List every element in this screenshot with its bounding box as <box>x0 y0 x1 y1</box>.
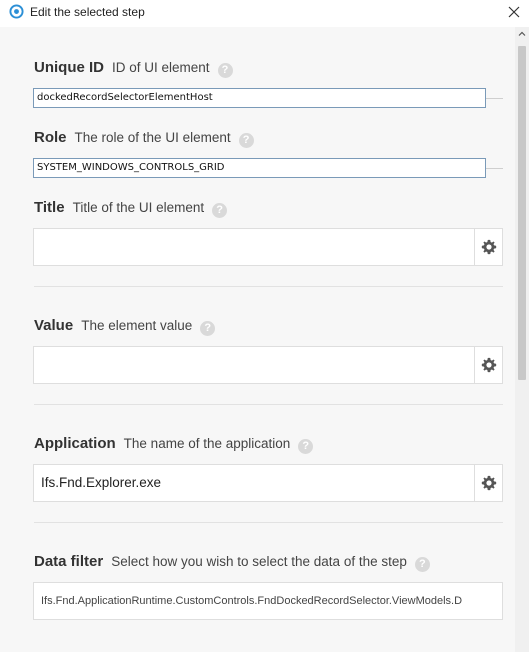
window-title: Edit the selected step <box>30 5 145 19</box>
divider <box>34 404 503 405</box>
value-description: The element value <box>81 318 193 333</box>
role-help-icon[interactable]: ? <box>238 133 254 148</box>
application-description: The name of the application <box>123 436 291 451</box>
title-settings-button[interactable] <box>474 229 502 265</box>
scroll-thumb[interactable] <box>518 46 526 380</box>
data-filter-help-icon[interactable]: ? <box>414 557 430 572</box>
app-target-icon <box>9 4 24 19</box>
title-help-icon[interactable]: ? <box>212 203 228 218</box>
role-label: Role <box>34 129 67 146</box>
unique-id-help-icon[interactable]: ? <box>217 63 233 78</box>
title-field[interactable] <box>33 228 503 266</box>
data-filter-value[interactable]: Ifs.Fnd.ApplicationRuntime.CustomControl… <box>41 583 501 619</box>
unique-id-tick <box>486 98 503 99</box>
title-bar: Edit the selected step <box>0 0 529 26</box>
value-label-row: Value The element value ? <box>34 317 216 336</box>
close-button[interactable] <box>505 2 523 22</box>
data-filter-field[interactable]: Ifs.Fnd.ApplicationRuntime.CustomControl… <box>33 582 503 620</box>
step-form: Unique ID ID of UI element ? dockedRecor… <box>0 27 515 652</box>
title-label-row: Title Title of the UI element ? <box>34 199 228 218</box>
scroll-up-button[interactable] <box>515 27 529 41</box>
value-field[interactable] <box>33 346 503 384</box>
vertical-scrollbar[interactable] <box>515 27 529 652</box>
value-settings-button[interactable] <box>474 347 502 383</box>
application-help-icon[interactable]: ? <box>298 439 314 454</box>
application-settings-button[interactable] <box>474 465 502 501</box>
unique-id-label: Unique ID <box>34 59 104 76</box>
unique-id-label-row: Unique ID ID of UI element ? <box>34 59 233 78</box>
divider <box>34 522 503 523</box>
role-description: The role of the UI element <box>74 130 231 145</box>
data-filter-label: Data filter <box>34 553 104 570</box>
application-label: Application <box>34 435 116 452</box>
gear-icon <box>481 239 496 255</box>
role-label-row: Role The role of the UI element ? <box>34 129 254 148</box>
chevron-up-icon <box>518 31 526 36</box>
application-field[interactable]: Ifs.Fnd.Explorer.exe <box>33 464 503 502</box>
gear-icon <box>481 475 496 491</box>
value-label: Value <box>34 317 74 334</box>
data-filter-label-row: Data filter Select how you wish to selec… <box>34 553 430 572</box>
title-description: Title of the UI element <box>72 200 205 215</box>
data-filter-description: Select how you wish to select the data o… <box>111 554 407 569</box>
role-tick <box>486 168 503 169</box>
unique-id-input[interactable]: dockedRecordSelectorElementHost <box>33 88 486 108</box>
value-help-icon[interactable]: ? <box>200 321 216 336</box>
close-icon <box>508 6 520 18</box>
title-label: Title <box>34 199 65 216</box>
gear-icon <box>481 357 496 373</box>
unique-id-description: ID of UI element <box>112 60 210 75</box>
application-label-row: Application The name of the application … <box>34 435 314 454</box>
application-value[interactable]: Ifs.Fnd.Explorer.exe <box>41 465 161 501</box>
role-input[interactable]: SYSTEM_WINDOWS_CONTROLS_GRID <box>33 158 486 178</box>
divider <box>34 286 503 287</box>
